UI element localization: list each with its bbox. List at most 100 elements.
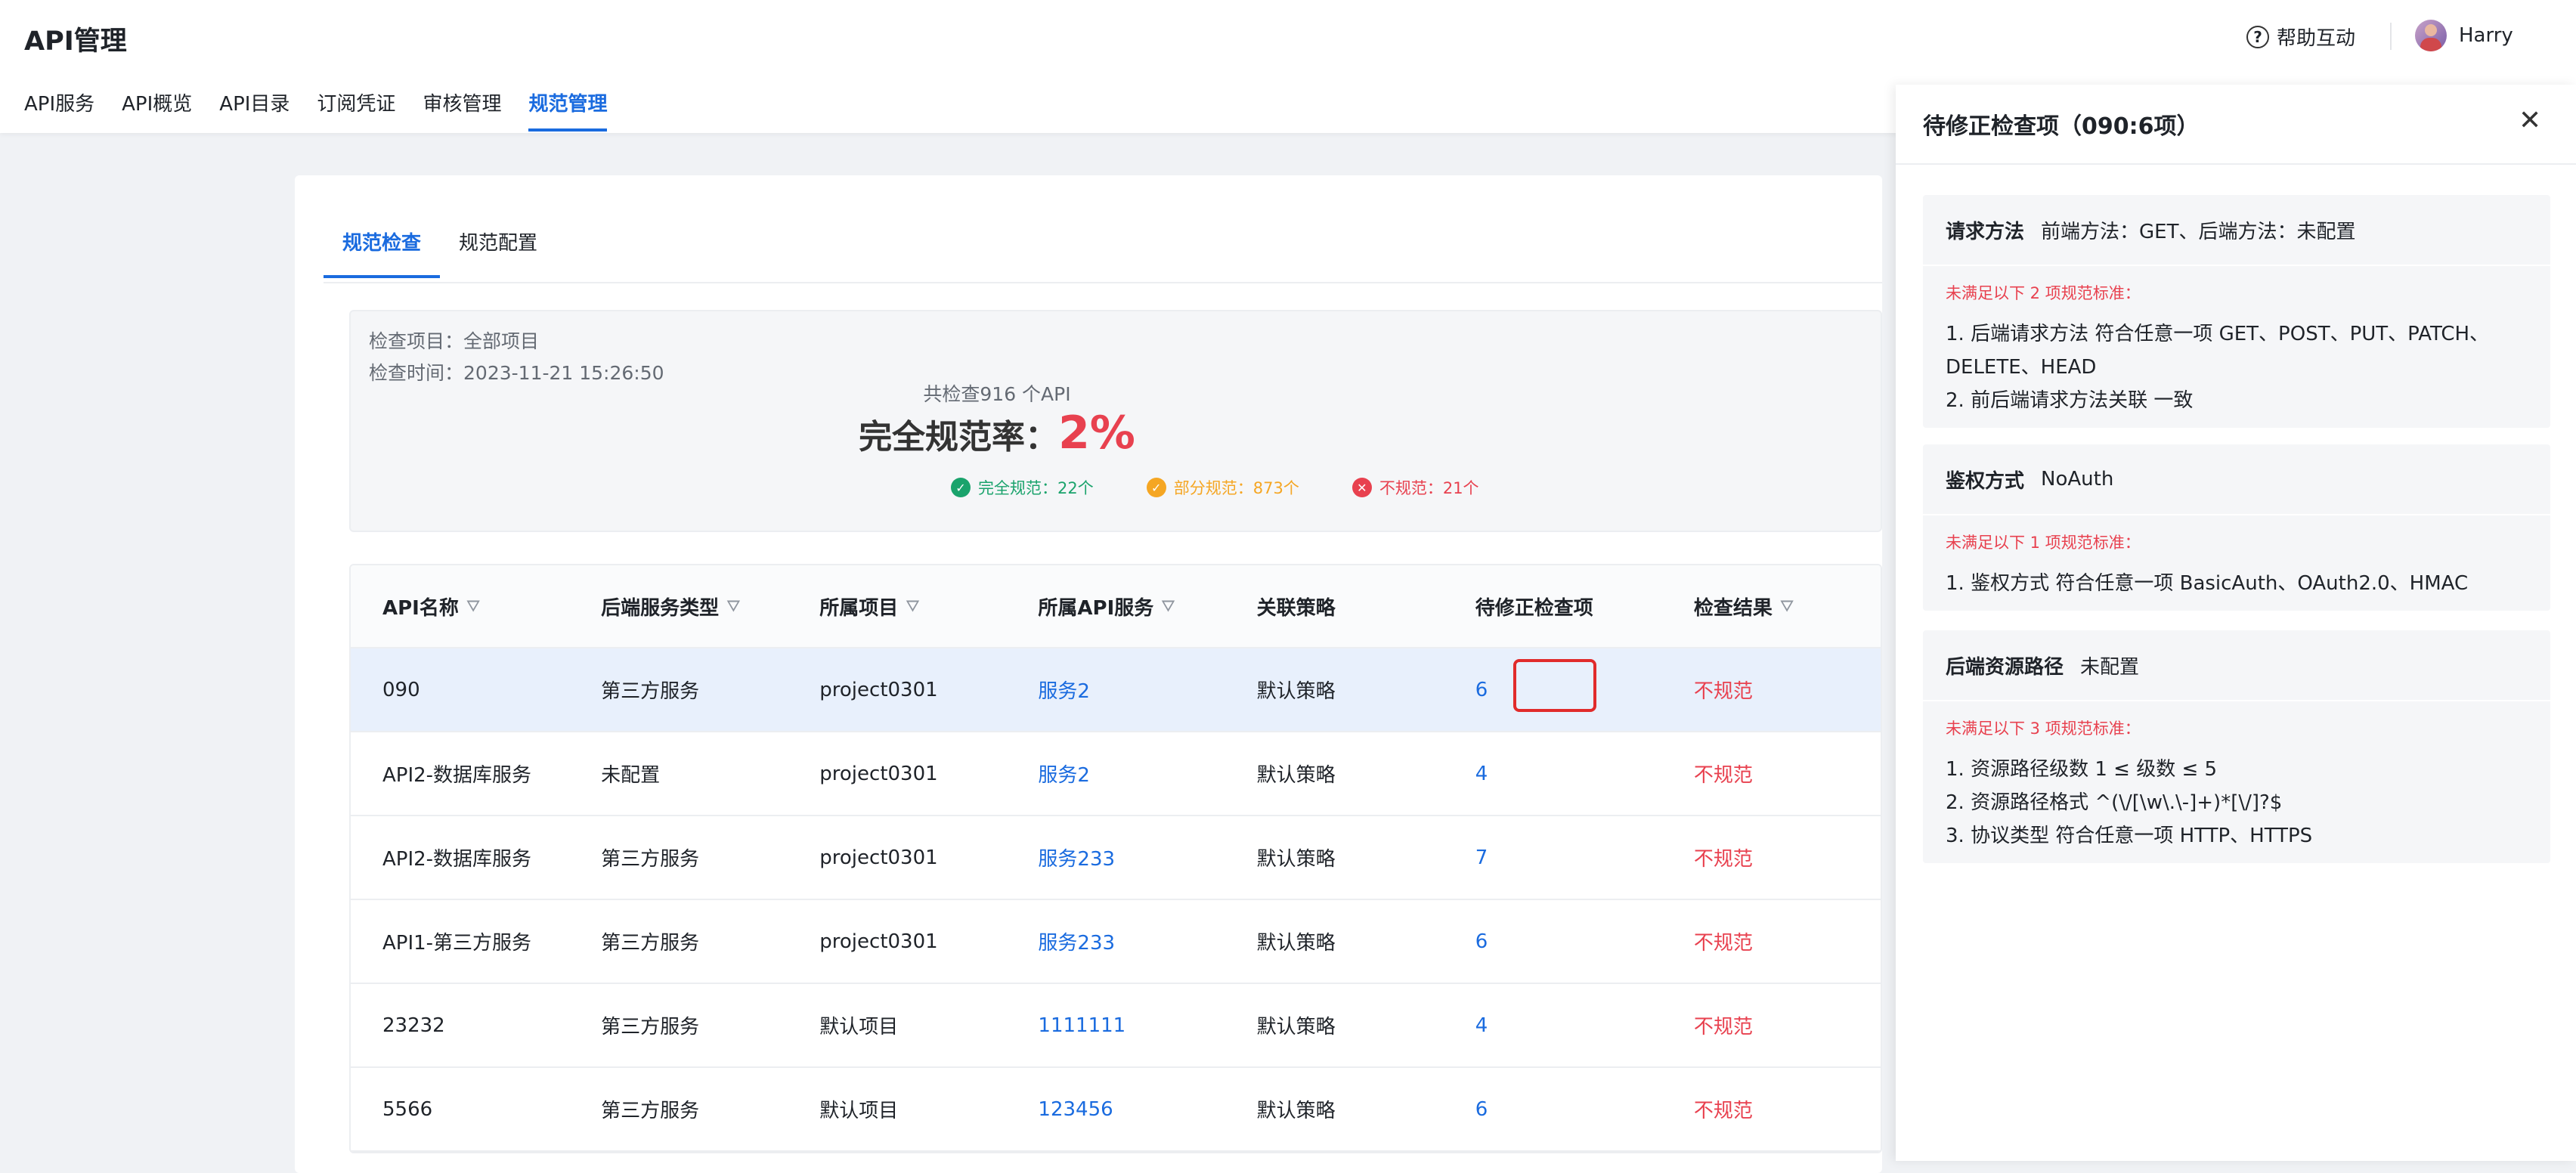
filter-icon[interactable]: ⛛ xyxy=(1161,597,1175,616)
api-check-table: API名称 ⛛ 后端服务类型 ⛛ 所属项目 ⛛ 所属API服务 ⛛ 关联策略 待… xyxy=(349,564,1882,1153)
main-card: 规范检查 规范配置 检查项目：全部项目 检查时间：2023-11-21 15:2… xyxy=(295,175,1882,1173)
api-name: API1-第三方服务 xyxy=(382,932,532,955)
rule-item: 1. 后端请求方法 符合任意一项 GET、POST、PUT、PATCH、DELE… xyxy=(1946,323,2490,379)
check-result: 不规范 xyxy=(1693,764,1753,787)
nav-item-spec-management[interactable]: 规范管理 xyxy=(528,89,608,132)
legend-partial-text: 部分规范：873个 xyxy=(1173,479,1299,497)
backend-type: 第三方服务 xyxy=(601,1016,700,1038)
pending-items-link[interactable]: 6 xyxy=(1444,930,1662,953)
service-link[interactable]: 服务233 xyxy=(1006,843,1225,871)
filter-icon[interactable]: ⛛ xyxy=(726,597,740,616)
check-result: 不规范 xyxy=(1693,1016,1753,1038)
check-project: 检查项目：全部项目 xyxy=(369,327,539,354)
drawer-title: 待修正检查项（090:6项） xyxy=(1923,113,2200,140)
tab-spec-check[interactable]: 规范检查 xyxy=(324,227,441,278)
project: 默认项目 xyxy=(819,1100,899,1122)
column-header-result-label: 检查结果 xyxy=(1693,596,1773,620)
rule-card-auth: 鉴权方式 NoAuth 未满足以下 1 项规范标准： 1. 鉴权方式 符合任意一… xyxy=(1923,444,2550,611)
legend-full: ✓ 完全规范：22个 xyxy=(951,476,1094,499)
tab-bar: 规范检查 规范配置 xyxy=(324,227,556,278)
column-header-backend-type: 后端服务类型 ⛛ xyxy=(569,593,788,621)
column-header-name-label: API名称 xyxy=(382,596,459,620)
filter-icon[interactable]: ⛛ xyxy=(466,597,480,616)
pending-items-link[interactable]: 7 xyxy=(1444,846,1662,869)
column-header-name: API名称 ⛛ xyxy=(351,593,569,621)
check-circle-icon: ✓ xyxy=(1146,478,1166,497)
check-project-label: 检查项目： xyxy=(369,330,464,352)
tab-divider xyxy=(324,282,1882,283)
pending-items-link[interactable]: 4 xyxy=(1444,763,1662,785)
rule-body: 未满足以下 1 项规范标准： 1. 鉴权方式 符合任意一项 BasicAuth、… xyxy=(1923,515,2550,611)
compliance-rate-label: 完全规范率： xyxy=(859,418,1059,457)
pending-items-drawer: 待修正检查项（090:6项） ✕ 请求方法 前端方法：GET、后端方法：未配置 … xyxy=(1896,85,2576,1161)
nav-item-subscription[interactable]: 订阅凭证 xyxy=(317,89,395,132)
column-header-project: 所属项目 ⛛ xyxy=(788,593,1006,621)
column-header-result: 检查结果 ⛛ xyxy=(1662,593,1881,621)
project: project0301 xyxy=(819,678,938,701)
service-link[interactable]: 服务2 xyxy=(1006,676,1225,704)
table-row[interactable]: 23232 第三方服务 默认项目 1111111 默认策略 4 不规范 xyxy=(351,984,1881,1068)
table-row[interactable]: API2-数据库服务 未配置 project0301 服务2 默认策略 4 不规… xyxy=(351,732,1881,816)
pending-items-link[interactable]: 6 xyxy=(1444,1098,1662,1121)
legend-full-text: 完全规范：22个 xyxy=(978,479,1094,497)
table-row[interactable]: 090 第三方服务 project0301 服务2 默认策略 6 不规范 xyxy=(351,648,1881,732)
backend-type: 第三方服务 xyxy=(601,932,700,955)
service-link[interactable]: 1111111 xyxy=(1006,1014,1225,1037)
nav-item-api-overview[interactable]: API概览 xyxy=(122,89,192,132)
app-title: API管理 xyxy=(24,26,127,57)
pending-items-link[interactable]: 4 xyxy=(1444,1014,1662,1037)
api-name: 23232 xyxy=(382,1014,445,1037)
api-name: 5566 xyxy=(382,1097,433,1121)
filter-icon[interactable]: ⛛ xyxy=(906,597,919,616)
backend-type: 第三方服务 xyxy=(601,680,700,703)
table-row[interactable]: API1-第三方服务 第三方服务 project0301 服务233 默认策略 … xyxy=(351,900,1881,984)
table-row[interactable]: API2-数据库服务 第三方服务 project0301 服务233 默认策略 … xyxy=(351,816,1881,900)
filter-icon[interactable]: ⛛ xyxy=(1780,597,1794,616)
nav-item-api-service[interactable]: API服务 xyxy=(24,89,94,132)
result-legend: ✓ 完全规范：22个 ✓ 部分规范：873个 ✕ 不规范：21个 xyxy=(951,476,1479,499)
policy: 默认策略 xyxy=(1256,764,1336,787)
policy: 默认策略 xyxy=(1256,1016,1336,1038)
rule-body: 未满足以下 3 项规范标准： 1. 资源路径级数 1 ≤ 级数 ≤ 5 2. 资… xyxy=(1923,701,2550,863)
tab-spec-config[interactable]: 规范配置 xyxy=(440,227,556,278)
table-header-row: API名称 ⛛ 后端服务类型 ⛛ 所属项目 ⛛ 所属API服务 ⛛ 关联策略 待… xyxy=(351,565,1881,648)
check-circle-icon: ✓ xyxy=(951,478,971,497)
rule-warning: 未满足以下 2 项规范标准： xyxy=(1946,284,2141,302)
main-nav: API服务 API概览 API目录 订阅凭证 审核管理 规范管理 xyxy=(24,89,608,132)
table-row[interactable]: 5566 第三方服务 默认项目 123456 默认策略 6 不规范 xyxy=(351,1068,1881,1152)
project: project0301 xyxy=(819,846,938,869)
project: project0301 xyxy=(819,930,938,953)
close-icon[interactable]: ✕ xyxy=(2519,106,2541,136)
column-header-project-label: 所属项目 xyxy=(819,596,899,620)
nav-item-api-catalog[interactable]: API目录 xyxy=(219,89,289,132)
policy: 默认策略 xyxy=(1256,932,1336,955)
rule-value: NoAuth xyxy=(2041,468,2114,491)
legend-partial: ✓ 部分规范：873个 xyxy=(1146,476,1299,499)
rule-value: 未配置 xyxy=(2080,655,2140,679)
policy: 默认策略 xyxy=(1256,680,1336,703)
check-summary: 检查项目：全部项目 检查时间：2023-11-21 15:26:50 共检查91… xyxy=(349,310,1882,532)
rule-card-request-method: 请求方法 前端方法：GET、后端方法：未配置 未满足以下 2 项规范标准： 1.… xyxy=(1923,195,2550,428)
rule-header: 鉴权方式 NoAuth xyxy=(1923,444,2550,515)
x-circle-icon: ✕ xyxy=(1351,478,1372,497)
service-link[interactable]: 服务233 xyxy=(1006,927,1225,955)
question-icon: ? xyxy=(2246,25,2269,48)
service-link[interactable]: 123456 xyxy=(1006,1098,1225,1121)
column-header-pending-label: 待修正检查项 xyxy=(1475,596,1593,620)
backend-type: 第三方服务 xyxy=(601,1100,700,1122)
nav-item-review[interactable]: 审核管理 xyxy=(423,89,501,132)
check-result: 不规范 xyxy=(1693,932,1753,955)
check-result: 不规范 xyxy=(1693,848,1753,871)
pending-items-link[interactable]: 6 xyxy=(1444,679,1662,701)
rule-item: 1. 资源路径级数 1 ≤ 级数 ≤ 5 xyxy=(1946,758,2218,781)
rule-header: 请求方法 前端方法：GET、后端方法：未配置 xyxy=(1923,195,2550,266)
user-menu[interactable]: Harry xyxy=(2415,20,2513,51)
column-header-backend-type-label: 后端服务类型 xyxy=(601,596,720,620)
rule-value: 前端方法：GET、后端方法：未配置 xyxy=(2041,220,2356,243)
help-label: 帮助互动 xyxy=(2277,27,2356,50)
service-link[interactable]: 服务2 xyxy=(1006,760,1225,788)
api-name: API2-数据库服务 xyxy=(382,764,532,787)
rule-item: 1. 鉴权方式 符合任意一项 BasicAuth、OAuth2.0、HMAC xyxy=(1946,572,2469,595)
compliance-rate-value: 2% xyxy=(1058,407,1135,460)
help-button[interactable]: ? 帮助互动 xyxy=(2246,23,2355,51)
